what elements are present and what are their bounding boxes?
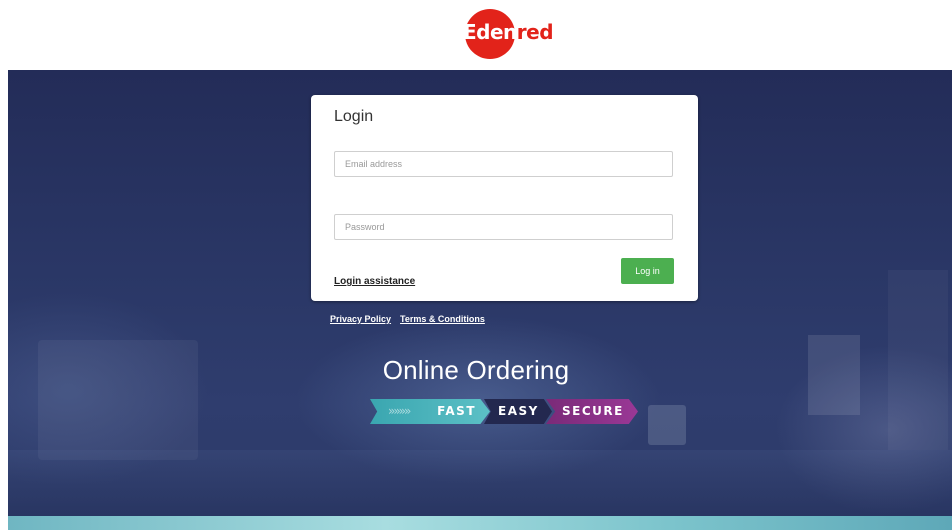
tagline-easy: EASY — [498, 404, 539, 418]
edenred-logo[interactable]: Edenred — [463, 9, 554, 59]
tagline-easy-ribbon: EASY — [484, 399, 552, 424]
chevron-arrows-icon: »»»» — [388, 404, 411, 418]
login-assistance-link[interactable]: Login assistance — [334, 276, 415, 287]
background-desk-shape — [8, 450, 952, 516]
logo-wordmark: Edenred — [463, 20, 554, 44]
background-mug-shape — [648, 405, 686, 445]
hero-headline: Online Ordering — [382, 355, 570, 385]
terms-conditions-link[interactable]: Terms & Conditions — [400, 314, 485, 324]
email-field[interactable] — [334, 151, 673, 177]
privacy-policy-link[interactable]: Privacy Policy — [330, 314, 391, 324]
tagline-secure-ribbon: SECURE — [546, 399, 638, 424]
login-card: Login Login assistance Log in — [311, 95, 698, 301]
tagline-fast-ribbon: »»»» FAST — [370, 399, 490, 424]
footer-links: Privacy Policy Terms & Conditions — [330, 314, 494, 324]
login-button[interactable]: Log in — [621, 258, 674, 284]
tagline-secure: SECURE — [562, 404, 624, 418]
login-title: Login — [334, 108, 374, 125]
password-field[interactable] — [334, 214, 673, 240]
bottom-teal-strip — [8, 516, 952, 530]
header: Edenred — [0, 0, 952, 70]
tagline-fast: FAST — [437, 404, 476, 418]
